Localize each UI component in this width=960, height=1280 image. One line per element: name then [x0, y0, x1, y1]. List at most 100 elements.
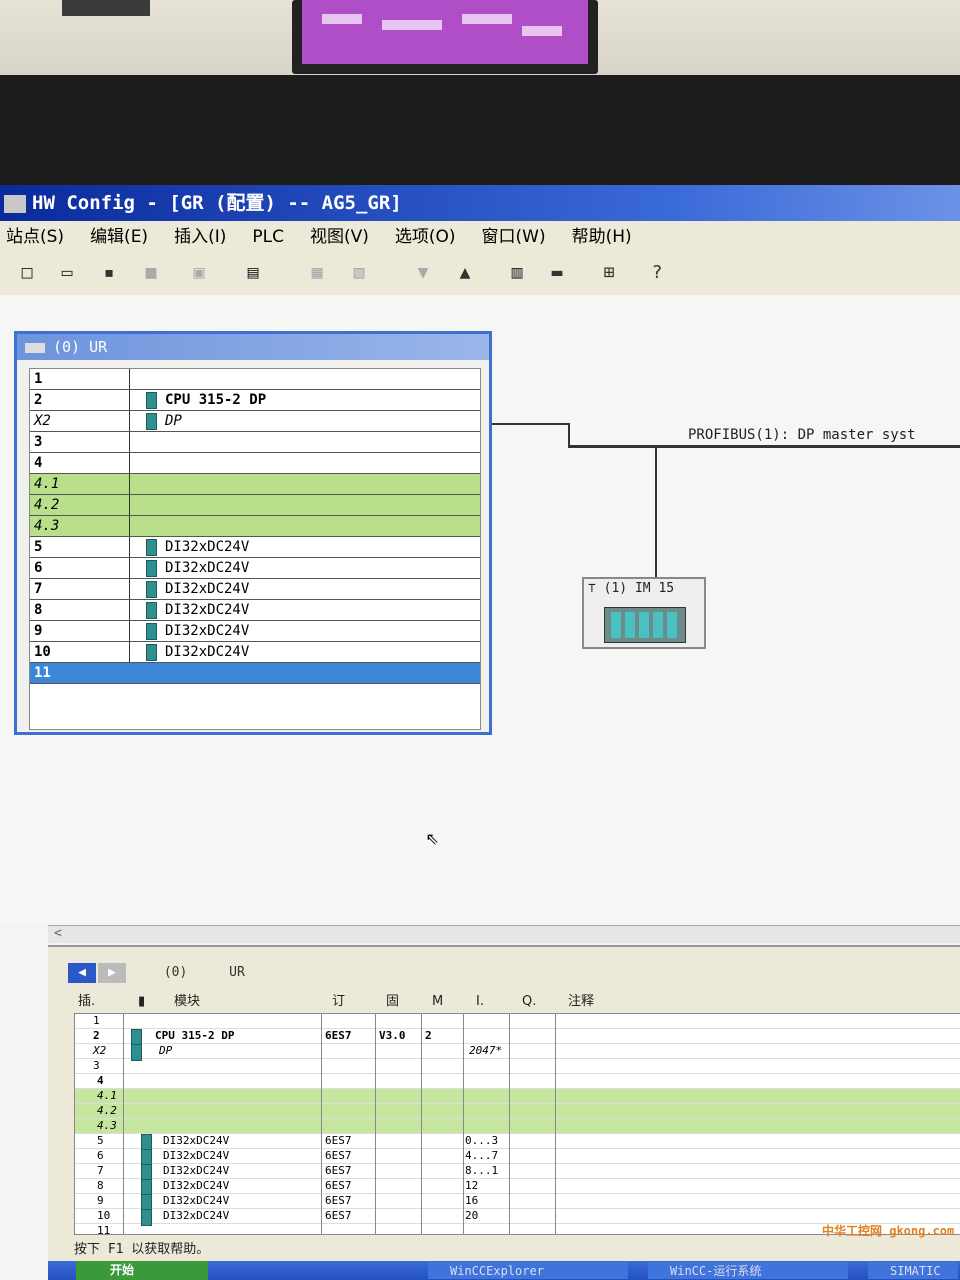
col-slot[interactable]: 插. — [78, 991, 95, 1013]
rack-module: DI32xDC24V — [134, 621, 480, 641]
col-module[interactable]: 模块 — [174, 991, 200, 1013]
save-icon[interactable]: ■ — [140, 262, 162, 284]
print-icon[interactable]: ▤ — [242, 262, 264, 284]
network-icon[interactable]: ⊞ — [598, 262, 620, 284]
table-row[interactable]: 4.3 — [75, 1119, 960, 1134]
rack-row[interactable]: 9 DI32xDC24V — [30, 621, 480, 642]
cell-module: DI32xDC24V — [163, 1194, 230, 1207]
back-arrow-icon[interactable]: ◀ — [68, 963, 96, 983]
rack-row[interactable]: 4.1 — [30, 474, 480, 495]
table-row[interactable]: 4.2 — [75, 1104, 960, 1119]
rack-window: (0) UR 1 2 CPU 315-2 DP X2 DP 3 4 4.1 4.2 … — [14, 331, 492, 735]
im153-device-icon — [604, 607, 686, 643]
cell-module: DI32xDC24V — [163, 1134, 230, 1147]
table-row[interactable]: X2 DP 2047* — [75, 1044, 960, 1061]
table-row[interactable]: 4.1 — [75, 1089, 960, 1104]
rack-row[interactable]: 4.3 — [30, 516, 480, 537]
cell-i-address: 2047* — [469, 1044, 503, 1057]
download-icon[interactable]: ▼ — [412, 262, 434, 284]
column-divider — [321, 1014, 322, 1234]
menu-insert[interactable]: 插入(I) — [174, 221, 226, 253]
cell-slot: 4.1 — [97, 1089, 117, 1102]
rack-window-title[interactable]: (0) UR — [17, 334, 489, 360]
rack-module: DI32xDC24V — [134, 558, 480, 578]
menu-view[interactable]: 视图(V) — [310, 221, 369, 253]
menu-station[interactable]: 站点(S) — [6, 221, 64, 253]
rack-row[interactable]: 4 — [30, 453, 480, 474]
catalog-icon[interactable]: ▥ — [506, 262, 528, 284]
upload-icon[interactable]: ▲ — [454, 262, 476, 284]
rack-slot: 10 — [30, 642, 130, 662]
profibus-master-line[interactable] — [568, 445, 960, 448]
table-row[interactable]: 7 DI32xDC24V 6ES7 8...1 — [75, 1164, 960, 1181]
windows-taskbar: 开始 WinCCExplorer WinCC-运行系统 SIMATIC — [48, 1261, 960, 1280]
paste-icon[interactable]: ▧ — [348, 262, 370, 284]
menu-window[interactable]: 窗口(W) — [482, 221, 546, 253]
cell-module: DP — [159, 1044, 173, 1057]
rack-row[interactable]: 7 DI32xDC24V — [30, 579, 480, 600]
cell-slot: 8 — [97, 1179, 104, 1192]
detail-table: 1 2 CPU 315-2 DP 6ES7 V3.0 2 X2 DP 2047* 3 4 4… — [74, 1013, 960, 1237]
help-context-icon[interactable]: ? — [646, 262, 668, 284]
rack-row[interactable]: 5 DI32xDC24V — [30, 537, 480, 558]
cell-slot: 4 — [97, 1074, 104, 1087]
network-open-icon[interactable]: ▪ — [98, 262, 120, 284]
col-i-address[interactable]: I. — [476, 991, 484, 1013]
rack-slot: 2 — [30, 390, 130, 410]
table-row[interactable]: 2 CPU 315-2 DP 6ES7 V3.0 2 — [75, 1029, 960, 1046]
table-row[interactable]: 8 DI32xDC24V 6ES7 12 — [75, 1179, 960, 1196]
col-mpi[interactable]: M — [432, 991, 443, 1013]
rack-row[interactable]: 4.2 — [30, 495, 480, 516]
rack-row-selected[interactable]: 11 — [30, 663, 480, 684]
rack-row[interactable]: 2 CPU 315-2 DP — [30, 390, 480, 411]
cell-order: 6ES7 — [325, 1029, 352, 1042]
task-wincc-explorer[interactable]: WinCCExplorer — [428, 1262, 628, 1279]
rack-module — [134, 474, 480, 494]
app-icon — [4, 194, 26, 213]
task-wincc-runtime[interactable]: WinCC-运行系统 — [648, 1262, 848, 1279]
table-row[interactable]: 6 DI32xDC24V 6ES7 4...7 — [75, 1149, 960, 1166]
task-simatic[interactable]: SIMATIC — [868, 1262, 958, 1279]
rack-row[interactable]: 3 — [30, 432, 480, 453]
rack-row[interactable]: 8 DI32xDC24V — [30, 600, 480, 621]
start-button[interactable]: 开始 — [76, 1261, 208, 1280]
table-row[interactable]: 4 — [75, 1074, 960, 1089]
hw-config-screen: HW Config - [GR (配置) -- AG5_GR] 站点(S) 编辑(… — [0, 185, 960, 1280]
save-compile-icon[interactable]: ▣ — [188, 262, 210, 284]
column-divider — [123, 1014, 124, 1234]
cell-slot: 9 — [97, 1194, 104, 1207]
rack-row[interactable]: X2 DP — [30, 411, 480, 432]
slave-icon: ⊤ — [588, 581, 604, 596]
column-divider — [509, 1014, 510, 1234]
col-order[interactable]: 订 — [332, 991, 345, 1013]
copy-icon[interactable]: ▦ — [306, 262, 328, 284]
rack-slot: 4 — [30, 453, 130, 473]
menu-edit[interactable]: 编辑(E) — [90, 221, 148, 253]
window-titlebar[interactable]: HW Config - [GR (配置) -- AG5_GR] — [0, 185, 960, 221]
rack-row[interactable]: 1 — [30, 369, 480, 390]
rack-row[interactable]: 6 DI32xDC24V — [30, 558, 480, 579]
rack-module-label: DI32xDC24V — [165, 581, 250, 597]
table-row[interactable]: 3 — [75, 1059, 960, 1074]
table-row[interactable]: 9 DI32xDC24V 6ES7 16 — [75, 1194, 960, 1211]
col-q-address[interactable]: Q. — [522, 991, 536, 1013]
col-comment[interactable]: 注释 — [568, 991, 594, 1013]
detail-view: ◀ ▶ (0) UR 插. ▮ 模块 订 固 M I. Q. 注释 1 2 CPU … — [48, 945, 960, 1241]
rack-row[interactable]: 10 DI32xDC24V — [30, 642, 480, 663]
table-row[interactable]: 5 DI32xDC24V 6ES7 0...3 — [75, 1134, 960, 1151]
forward-arrow-icon[interactable]: ▶ — [98, 963, 126, 983]
horizontal-scrollbar[interactable]: < — [48, 925, 960, 943]
menu-help[interactable]: 帮助(H) — [572, 221, 632, 253]
rack-table: 1 2 CPU 315-2 DP X2 DP 3 4 4.1 4.2 4.3 5 DI… — [29, 368, 481, 730]
hardware-icon[interactable]: ▬ — [546, 262, 568, 284]
table-row[interactable]: 1 — [75, 1014, 960, 1029]
menu-plc[interactable]: PLC — [252, 221, 284, 253]
open-icon[interactable]: ▭ — [56, 262, 78, 284]
rack-slot: 4.1 — [30, 474, 130, 494]
new-icon[interactable]: □ — [16, 262, 38, 284]
col-firmware[interactable]: 固 — [386, 991, 399, 1013]
profibus-link-vertical — [568, 423, 570, 447]
dp-slave-node[interactable]: ⊤ (1) IM 15 — [582, 577, 706, 649]
menu-options[interactable]: 选项(O) — [395, 221, 456, 253]
rack-module: CPU 315-2 DP — [134, 390, 480, 410]
